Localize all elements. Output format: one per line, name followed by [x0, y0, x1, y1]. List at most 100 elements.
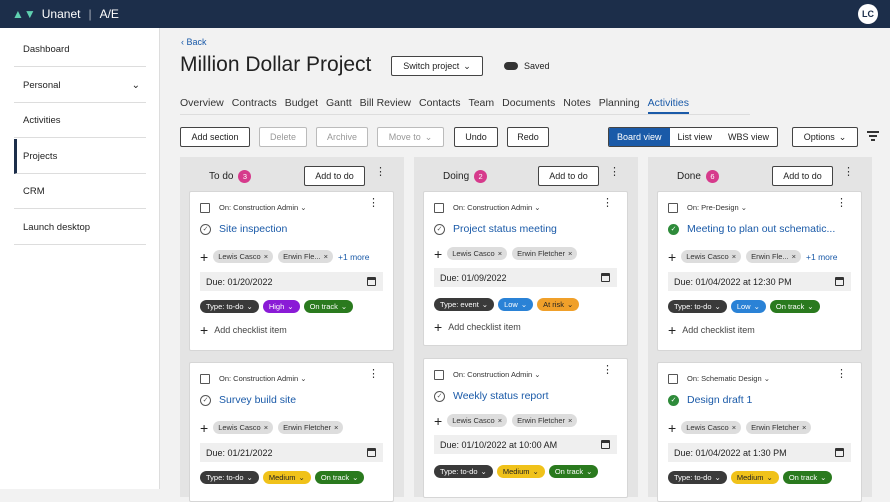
due-date-field[interactable]: Due: 01/21/2022	[200, 443, 383, 462]
status-pill[interactable]: On track ⌄	[303, 300, 354, 313]
more-assignees-link[interactable]: +1 more	[806, 252, 837, 262]
type-pill[interactable]: Type: to-do ⌄	[668, 471, 727, 484]
completed-check-icon[interactable]: ✓	[668, 394, 679, 406]
assignee-chip[interactable]: Erwin Fletcher ×	[278, 421, 344, 434]
tab-overview[interactable]: Overview	[180, 97, 224, 114]
add-to-do-button[interactable]: Add to do	[304, 166, 365, 186]
status-circle-icon[interactable]: ✓	[434, 223, 445, 235]
priority-pill[interactable]: Medium ⌄	[730, 471, 779, 484]
add-checklist-item[interactable]: + Add checklist item	[200, 323, 287, 337]
delete-button[interactable]: Delete	[259, 127, 307, 147]
select-checkbox[interactable]	[668, 374, 678, 384]
phase-selector[interactable]: On: Pre-Design ⌄	[687, 203, 747, 212]
card-menu-icon[interactable]: ⋮	[368, 369, 379, 380]
due-date-field[interactable]: Due: 01/20/2022	[200, 272, 383, 291]
assignee-chip[interactable]: Erwin Fletcher ×	[512, 414, 578, 427]
list-view-button[interactable]: List view	[670, 128, 721, 146]
tab-activities[interactable]: Activities	[647, 97, 690, 114]
add-section-button[interactable]: Add section	[180, 127, 250, 147]
add-assignee-icon[interactable]: +	[200, 421, 208, 435]
card-title[interactable]: ✓ Survey build site	[200, 394, 296, 406]
add-assignee-icon[interactable]: +	[200, 250, 208, 264]
card-menu-icon[interactable]: ⋮	[836, 369, 847, 380]
status-pill[interactable]: On track ⌄	[548, 465, 599, 478]
activity-card[interactable]: On: Construction Admin ⌄ ⋮ ✓ Project stat…	[423, 191, 628, 346]
sidebar-item-personal[interactable]: Personal ⌄	[14, 68, 146, 103]
type-pill[interactable]: Type: to-do ⌄	[668, 300, 727, 313]
user-avatar[interactable]: LC	[858, 4, 878, 24]
assignee-chip[interactable]: Lewis Casco ×	[681, 421, 742, 434]
activity-card[interactable]: On: Construction Admin ⌄ ⋮ ✓ Site inspect…	[189, 191, 394, 351]
status-circle-icon[interactable]: ✓	[200, 223, 211, 235]
assignee-chip[interactable]: Erwin Fletcher ×	[512, 247, 578, 260]
sidebar-item-crm[interactable]: CRM	[14, 174, 146, 209]
tab-notes[interactable]: Notes	[563, 97, 590, 114]
select-checkbox[interactable]	[434, 203, 444, 213]
activity-card[interactable]: On: Construction Admin ⌄ ⋮ ✓ Weekly statu…	[423, 358, 628, 498]
add-to-do-button[interactable]: Add to do	[772, 166, 833, 186]
card-title[interactable]: ✓ Project status meeting	[434, 223, 557, 235]
archive-button[interactable]: Archive	[316, 127, 368, 147]
priority-pill[interactable]: High ⌄	[262, 300, 300, 313]
type-pill[interactable]: Type: event ⌄	[434, 298, 495, 311]
select-checkbox[interactable]	[434, 370, 444, 380]
card-title[interactable]: ✓ Meeting to plan out schematic...	[668, 223, 835, 235]
select-checkbox[interactable]	[200, 374, 210, 384]
assignee-chip[interactable]: Lewis Casco ×	[681, 250, 742, 263]
activity-card[interactable]: On: Construction Admin ⌄ ⋮ ✓ Survey build…	[189, 362, 394, 502]
type-pill[interactable]: Type: to-do ⌄	[200, 471, 259, 484]
phase-selector[interactable]: On: Schematic Design ⌄	[687, 374, 770, 383]
due-date-field[interactable]: Due: 01/04/2022 at 1:30 PM	[668, 443, 851, 462]
due-date-field[interactable]: Due: 01/04/2022 at 12:30 PM	[668, 272, 851, 291]
sidebar-item-projects[interactable]: Projects	[14, 139, 146, 174]
status-circle-icon[interactable]: ✓	[200, 394, 211, 406]
card-menu-icon[interactable]: ⋮	[602, 198, 613, 209]
assignee-chip[interactable]: Lewis Casco ×	[447, 247, 508, 260]
phase-selector[interactable]: On: Construction Admin ⌄	[219, 203, 307, 212]
status-pill[interactable]: On track ⌄	[314, 471, 365, 484]
activity-card[interactable]: On: Schematic Design ⌄ ⋮ ✓ Design draft 1…	[657, 362, 862, 502]
status-pill[interactable]: On track ⌄	[782, 471, 833, 484]
card-menu-icon[interactable]: ⋮	[836, 198, 847, 209]
activity-card[interactable]: On: Pre-Design ⌄ ⋮ ✓ Meeting to plan out …	[657, 191, 862, 351]
undo-button[interactable]: Undo	[454, 127, 498, 147]
phase-selector[interactable]: On: Construction Admin ⌄	[453, 370, 541, 379]
due-date-field[interactable]: Due: 01/10/2022 at 10:00 AM	[434, 435, 617, 454]
completed-check-icon[interactable]: ✓	[668, 223, 679, 235]
more-assignees-link[interactable]: +1 more	[338, 252, 369, 262]
options-button[interactable]: Options ⌄	[792, 127, 858, 147]
card-title[interactable]: ✓ Design draft 1	[668, 394, 752, 406]
tab-documents[interactable]: Documents	[502, 97, 555, 114]
redo-button[interactable]: Redo	[507, 127, 549, 147]
card-title[interactable]: ✓ Weekly status report	[434, 390, 549, 402]
tab-team[interactable]: Team	[468, 97, 494, 114]
tab-bill-review[interactable]: Bill Review	[360, 97, 411, 114]
more-options-icon[interactable]: ⋮	[609, 167, 620, 178]
add-assignee-icon[interactable]: +	[668, 421, 676, 435]
add-to-do-button[interactable]: Add to do	[538, 166, 599, 186]
assignee-chip[interactable]: Erwin Fle... ×	[746, 250, 802, 263]
assignee-chip[interactable]: Lewis Casco ×	[213, 250, 274, 263]
add-checklist-item[interactable]: + Add checklist item	[434, 320, 521, 334]
switch-project-button[interactable]: Switch project ⌄	[391, 56, 483, 76]
priority-pill[interactable]: Low ⌄	[730, 300, 766, 313]
filter-icon[interactable]	[867, 131, 879, 143]
sidebar-item-activities[interactable]: Activities	[14, 103, 146, 138]
type-pill[interactable]: Type: to-do ⌄	[200, 300, 259, 313]
status-pill[interactable]: On track ⌄	[769, 300, 820, 313]
status-pill[interactable]: At risk ⌄	[537, 298, 580, 311]
back-link[interactable]: ‹ Back	[181, 37, 207, 47]
sidebar-item-dashboard[interactable]: Dashboard	[14, 32, 146, 67]
board-view-button[interactable]: Board view	[609, 128, 670, 146]
assignee-chip[interactable]: Lewis Casco ×	[213, 421, 274, 434]
tab-gantt[interactable]: Gantt	[326, 97, 352, 114]
brand-logo[interactable]: ▲▼ Unanet | A/E	[12, 7, 119, 21]
card-menu-icon[interactable]: ⋮	[602, 365, 613, 376]
sidebar-item-launch-desktop[interactable]: Launch desktop	[14, 210, 146, 245]
priority-pill[interactable]: Low ⌄	[498, 298, 534, 311]
move-to-button[interactable]: Move to ⌄	[377, 127, 444, 147]
wbs-view-button[interactable]: WBS view	[720, 128, 777, 146]
tab-planning[interactable]: Planning	[599, 97, 640, 114]
due-date-field[interactable]: Due: 01/09/2022	[434, 268, 617, 287]
select-checkbox[interactable]	[668, 203, 678, 213]
